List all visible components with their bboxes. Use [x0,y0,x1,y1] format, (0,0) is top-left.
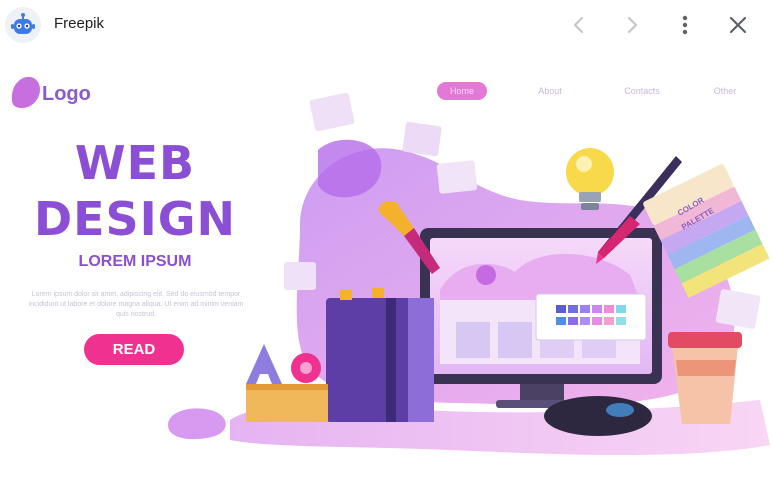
hero-title-line2: DESIGN [33,192,237,246]
hero-title-line1: WEB [74,136,196,190]
read-button: READ [84,334,184,365]
nav-item-about: About [538,86,562,96]
hero-body-text: Lorem ipsum dolor sit amet, adipiscing e… [28,291,244,318]
nav-item-home: Home [437,82,487,100]
nav-item-other: Other [713,86,737,96]
hero-subtitle: LOREM IPSUM [78,253,192,270]
nav-item-contacts: Contacts [624,86,660,96]
logo-text: Logo [42,83,91,105]
logo-blob [11,76,41,108]
image-preview[interactable]: Logo Home About Contacts Other WEB DESIG… [0,0,772,482]
